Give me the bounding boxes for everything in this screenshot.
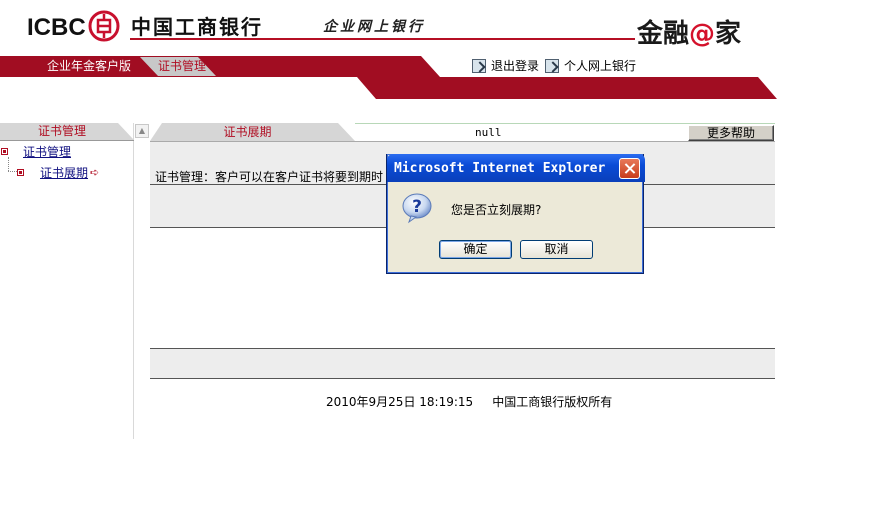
scroll-up-icon[interactable]: ▲	[135, 124, 149, 138]
brand-tagline: 金融@家	[637, 13, 741, 50]
arrow-right-icon: ➪	[90, 166, 100, 179]
divider	[150, 141, 775, 142]
tab-certificate-renewal[interactable]: 证书展期	[150, 123, 355, 141]
divider	[150, 348, 775, 349]
brand-suffix: 家	[715, 19, 742, 49]
icbc-seal-icon	[88, 10, 120, 42]
brand-prefix: 金融	[637, 19, 690, 49]
more-help-button[interactable]: 更多帮助	[688, 125, 774, 141]
sidebar-header: 证书管理	[0, 123, 134, 140]
null-value: null	[475, 126, 502, 139]
tree-item-certificate-management[interactable]: 证书管理	[23, 143, 71, 160]
bank-name: 中国工商银行	[131, 15, 263, 39]
nav-bar-secondary	[357, 77, 777, 99]
personal-banking-icon[interactable]	[545, 58, 560, 73]
logout-link[interactable]: 退出登录	[491, 57, 539, 74]
question-icon: ?	[402, 193, 432, 224]
sidebar: 证书管理 证书管理 证书展期 ➪	[0, 123, 134, 439]
description-text: 证书管理：客户可以在客户证书将要到期时	[155, 170, 384, 184]
tree-node-icon[interactable]	[1, 148, 8, 155]
tree-item-certificate-renewal[interactable]: 证书展期	[40, 164, 88, 181]
service-slogan: 企业网上银行	[323, 19, 425, 35]
dialog-title: Microsoft Internet Explorer	[394, 161, 606, 176]
tree-connector	[8, 171, 17, 172]
cancel-button[interactable]: 取消	[520, 240, 593, 259]
logout-icon[interactable]	[472, 58, 486, 73]
dialog-message: 您是否立刻展期?	[451, 203, 542, 217]
svg-text:?: ?	[412, 197, 422, 217]
page-header: ICBC 中国工商银行 企业网上银行 金融@家	[0, 0, 869, 56]
footer: 2010年9月25日 18:19:15 中国工商银行版权所有	[326, 393, 612, 410]
footer-timestamp: 2010年9月25日 18:19:15	[326, 395, 474, 409]
ok-button[interactable]: 确定	[439, 240, 512, 259]
sidebar-divider	[0, 140, 134, 141]
close-icon[interactable]	[619, 158, 640, 179]
confirm-dialog: Microsoft Internet Explorer ? 您是否立刻展期? 确…	[386, 154, 645, 274]
header-links: 退出登录 个人网上银行	[472, 57, 642, 74]
tree-connector	[8, 157, 9, 171]
dialog-title-bar[interactable]: Microsoft Internet Explorer	[387, 154, 645, 182]
footer-copyright: 中国工商银行版权所有	[492, 395, 613, 409]
tree-node-icon[interactable]	[17, 169, 24, 176]
tab-enterprise-annuity[interactable]: 企业年金客户版	[47, 57, 131, 76]
header-divider	[130, 38, 635, 40]
personal-banking-link[interactable]: 个人网上银行	[564, 57, 636, 74]
tab-line	[355, 123, 775, 124]
brand-at-sign: @	[689, 19, 716, 49]
icbc-logo-text: ICBC	[27, 14, 86, 41]
